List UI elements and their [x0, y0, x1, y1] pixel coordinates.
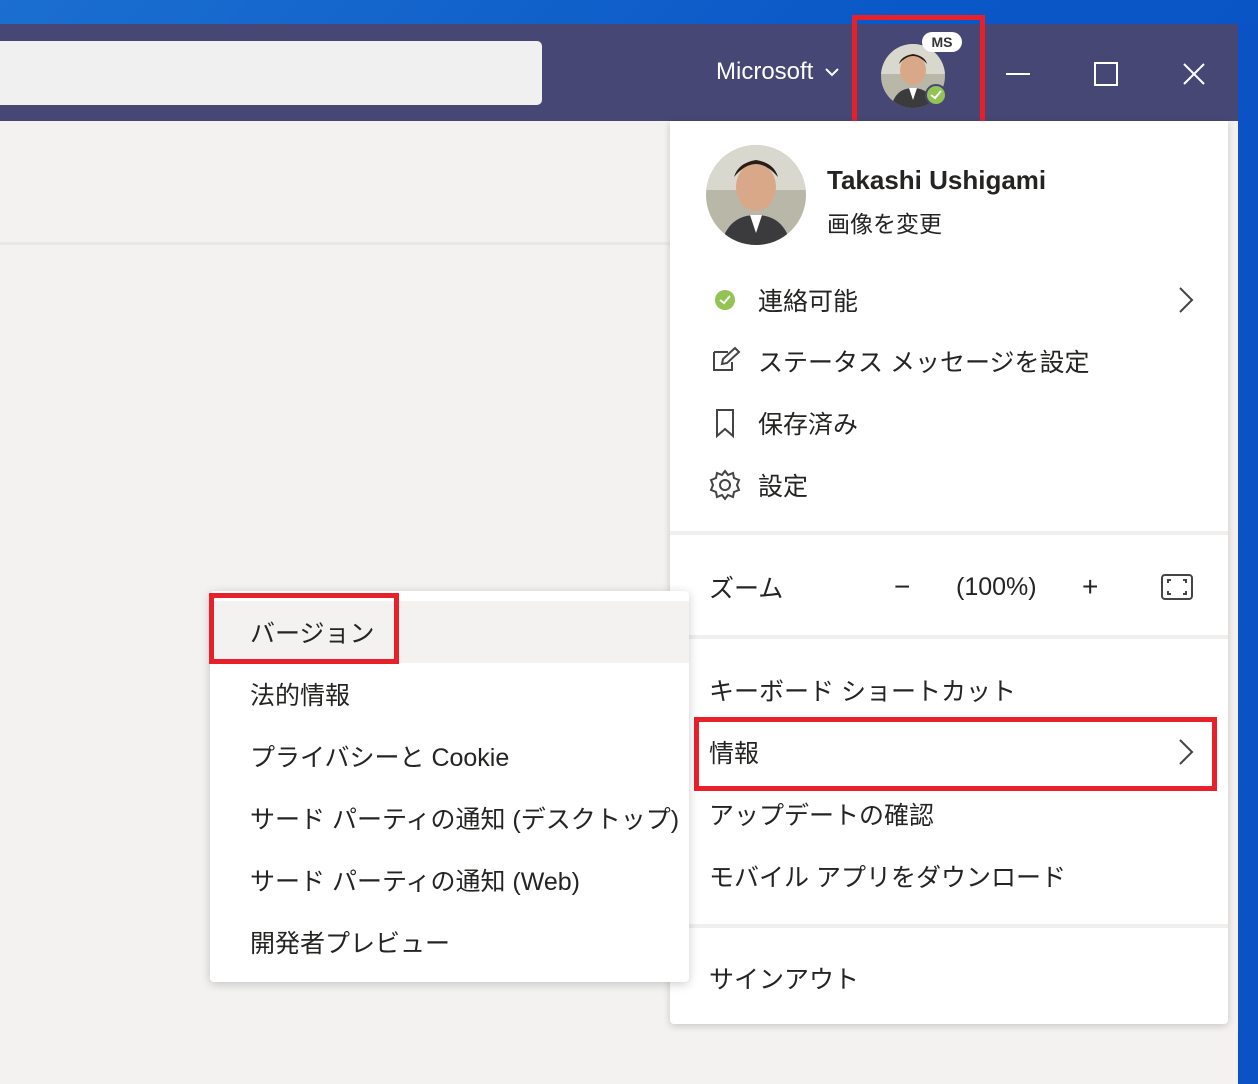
menu-item-status-message[interactable]: ステータス メッセージを設定: [670, 331, 1228, 391]
status-label: 連絡可能: [758, 288, 859, 316]
menu-divider: [670, 924, 1228, 928]
search-input[interactable]: [0, 41, 542, 105]
bookmark-icon: [716, 409, 734, 439]
chevron-right-icon: [1179, 287, 1194, 313]
tenant-label: Microsoft: [716, 58, 814, 85]
submenu-item-privacy[interactable]: プライバシーと Cookie: [210, 725, 689, 787]
menu-item-saved[interactable]: 保存済み: [670, 393, 1228, 453]
content-divider: [0, 242, 670, 245]
chevron-down-icon: [825, 68, 840, 77]
profile-menu: Takashi Ushigami 画像を変更 連絡可能 ステータス メッセージを…: [670, 121, 1228, 1024]
change-picture-link[interactable]: 画像を変更: [827, 205, 942, 239]
menu-divider: [670, 635, 1228, 639]
highlight-version: [209, 593, 399, 664]
highlight-avatar: [852, 15, 985, 129]
submenu-item-third-party-web[interactable]: サード パーティの通知 (Web): [210, 849, 689, 911]
desktop-edge: [1238, 24, 1258, 1084]
profile-avatar: [706, 145, 806, 245]
menu-item-settings[interactable]: 設定: [670, 455, 1228, 515]
gear-icon: [709, 469, 741, 501]
submenu-item-legal[interactable]: 法的情報: [210, 663, 689, 725]
saved-label: 保存済み: [758, 411, 859, 439]
menu-item-status[interactable]: 連絡可能: [670, 270, 1228, 330]
status-available-icon: [715, 290, 735, 310]
keyboard-shortcuts-label: キーボード ショートカット: [709, 678, 1016, 706]
close-icon[interactable]: [1174, 54, 1214, 94]
maximize-icon[interactable]: [1086, 54, 1126, 94]
profile-name: Takashi Ushigami: [827, 165, 1047, 195]
sign-out-label: サインアウト: [709, 966, 860, 994]
minimize-icon[interactable]: [998, 54, 1038, 94]
submenu-item-developer-preview[interactable]: 開発者プレビュー: [210, 911, 689, 973]
zoom-label: ズーム: [709, 575, 784, 603]
zoom-value: (100%): [956, 572, 1037, 601]
tenant-switcher[interactable]: Microsoft: [716, 58, 841, 86]
submenu-item-third-party-desktop[interactable]: サード パーティの通知 (デスクトップ): [210, 787, 689, 849]
settings-label: 設定: [758, 473, 809, 501]
menu-item-keyboard-shortcuts[interactable]: キーボード ショートカット: [670, 660, 1228, 720]
fit-screen-icon[interactable]: [1160, 573, 1194, 601]
menu-divider: [670, 531, 1228, 535]
menu-item-download-mobile[interactable]: モバイル アプリをダウンロード: [670, 846, 1228, 906]
edit-status-icon: [713, 346, 741, 371]
highlight-about: [694, 717, 1217, 791]
title-bar: Microsoft MS: [0, 24, 1238, 121]
status-message-label: ステータス メッセージを設定: [758, 349, 1090, 377]
check-updates-label: アップデートの確認: [709, 802, 935, 830]
menu-item-zoom: ズーム − (100%) +: [670, 557, 1228, 617]
zoom-out-button[interactable]: −: [894, 571, 910, 603]
zoom-in-button[interactable]: +: [1082, 571, 1098, 603]
menu-item-sign-out[interactable]: サインアウト: [670, 948, 1228, 1008]
menu-item-check-updates[interactable]: アップデートの確認: [670, 784, 1228, 844]
download-mobile-label: モバイル アプリをダウンロード: [709, 864, 1066, 892]
